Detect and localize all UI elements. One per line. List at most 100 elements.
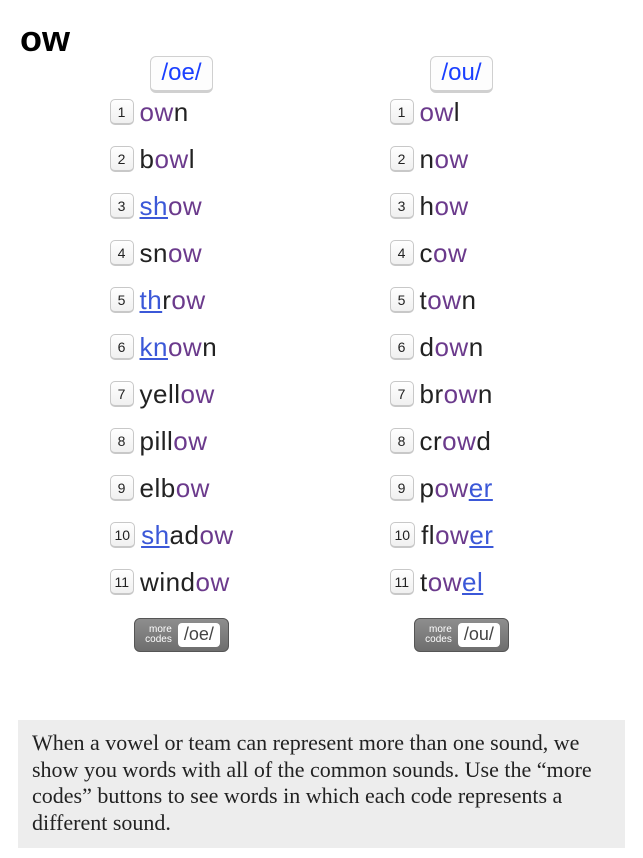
word-number-badge[interactable]: 8 bbox=[390, 428, 414, 454]
word-text: own bbox=[140, 99, 189, 125]
word-number-badge[interactable]: 6 bbox=[390, 334, 414, 360]
word-number-badge[interactable]: 7 bbox=[110, 381, 134, 407]
word-segment: r bbox=[162, 285, 171, 315]
word-number-badge[interactable]: 1 bbox=[390, 99, 414, 125]
word-number-badge[interactable]: 10 bbox=[110, 522, 136, 548]
word-number-badge[interactable]: 3 bbox=[110, 193, 134, 219]
word-text: pillow bbox=[140, 428, 208, 454]
word-text: brown bbox=[420, 381, 493, 407]
word-segment[interactable]: er bbox=[469, 520, 493, 550]
word-segment: ow bbox=[420, 97, 454, 127]
word-text: how bbox=[420, 193, 469, 219]
word-row: 11window bbox=[82, 569, 230, 595]
word-text: show bbox=[140, 193, 203, 219]
word-number-badge[interactable]: 1 bbox=[110, 99, 134, 125]
word-segment: cr bbox=[420, 426, 443, 456]
word-segment: ow bbox=[181, 379, 215, 409]
word-row: 6known bbox=[82, 334, 218, 360]
word-number-badge[interactable]: 11 bbox=[110, 569, 135, 595]
word-row: 8pillow bbox=[82, 428, 208, 454]
word-row: 4snow bbox=[82, 240, 203, 266]
word-segment: elb bbox=[140, 473, 176, 503]
word-segment: l bbox=[454, 97, 460, 127]
word-text: window bbox=[140, 569, 230, 595]
word-segment: ow bbox=[442, 426, 476, 456]
word-text: town bbox=[420, 287, 477, 313]
word-row: 3how bbox=[362, 193, 469, 219]
word-segment: n bbox=[420, 144, 435, 174]
word-segment: b bbox=[140, 144, 155, 174]
phoneme-header[interactable]: /ou/ bbox=[430, 56, 492, 93]
word-segment: n bbox=[174, 97, 189, 127]
word-segment: h bbox=[420, 191, 435, 221]
word-segment: ow bbox=[434, 332, 468, 362]
word-segment: ow bbox=[168, 238, 202, 268]
word-segment: ow bbox=[433, 238, 467, 268]
word-row: 4cow bbox=[362, 240, 468, 266]
column-1: /ou/1owl2now3how4cow5town6down7brown8cro… bbox=[362, 56, 562, 652]
word-columns: /oe/1own2bowl3show4snow5throw6known7yell… bbox=[0, 0, 643, 652]
word-number-badge[interactable]: 9 bbox=[110, 475, 134, 501]
word-segment: p bbox=[420, 473, 435, 503]
word-row: 10flower bbox=[362, 522, 494, 548]
word-segment: ow bbox=[434, 191, 468, 221]
word-segment: n bbox=[461, 285, 476, 315]
phoneme-header[interactable]: /oe/ bbox=[150, 56, 212, 93]
word-number-badge[interactable]: 4 bbox=[390, 240, 414, 266]
word-number-badge[interactable]: 7 bbox=[390, 381, 414, 407]
word-segment[interactable]: sh bbox=[140, 191, 168, 221]
word-segment: ow bbox=[434, 144, 468, 174]
word-number-badge[interactable]: 6 bbox=[110, 334, 134, 360]
word-row: 5throw bbox=[82, 287, 206, 313]
column-0: /oe/1own2bowl3show4snow5throw6known7yell… bbox=[82, 56, 282, 652]
more-codes-phoneme: /ou/ bbox=[458, 623, 500, 647]
word-segment: ow bbox=[196, 567, 230, 597]
word-segment[interactable]: th bbox=[140, 285, 163, 315]
word-segment[interactable]: er bbox=[469, 473, 493, 503]
word-segment: ow bbox=[140, 97, 174, 127]
word-number-badge[interactable]: 5 bbox=[390, 287, 414, 313]
page-title: ow bbox=[20, 18, 70, 60]
word-row: 3show bbox=[82, 193, 203, 219]
word-segment: fl bbox=[421, 520, 435, 550]
word-number-badge[interactable]: 9 bbox=[390, 475, 414, 501]
word-segment: c bbox=[420, 238, 434, 268]
more-codes-button[interactable]: morecodes/oe/ bbox=[134, 618, 229, 652]
word-number-badge[interactable]: 2 bbox=[390, 146, 414, 172]
word-segment: n bbox=[469, 332, 484, 362]
word-segment: pill bbox=[140, 426, 174, 456]
word-text: flower bbox=[421, 522, 493, 548]
word-text: power bbox=[420, 475, 493, 501]
word-number-badge[interactable]: 11 bbox=[390, 569, 415, 595]
word-segment: d bbox=[476, 426, 491, 456]
word-text: elbow bbox=[140, 475, 210, 501]
word-number-badge[interactable]: 10 bbox=[390, 522, 416, 548]
word-row: 2now bbox=[362, 146, 469, 172]
word-row: 10shadow bbox=[82, 522, 234, 548]
word-number-badge[interactable]: 2 bbox=[110, 146, 134, 172]
word-segment[interactable]: el bbox=[462, 567, 483, 597]
word-number-badge[interactable]: 8 bbox=[110, 428, 134, 454]
more-codes-button[interactable]: morecodes/ou/ bbox=[414, 618, 509, 652]
word-number-badge[interactable]: 4 bbox=[110, 240, 134, 266]
word-number-badge[interactable]: 5 bbox=[110, 287, 134, 313]
more-codes-label: morecodes bbox=[425, 625, 452, 645]
word-text: owl bbox=[420, 99, 461, 125]
word-row: 5town bbox=[362, 287, 477, 313]
word-text: shadow bbox=[141, 522, 234, 548]
word-segment: ow bbox=[444, 379, 478, 409]
word-text: crowd bbox=[420, 428, 492, 454]
word-text: snow bbox=[140, 240, 203, 266]
word-segment: ow bbox=[428, 567, 462, 597]
word-segment[interactable]: kn bbox=[140, 332, 168, 362]
word-number-badge[interactable]: 3 bbox=[390, 193, 414, 219]
word-text: throw bbox=[140, 287, 206, 313]
word-row: 7brown bbox=[362, 381, 493, 407]
word-segment: ow bbox=[168, 332, 202, 362]
word-segment[interactable]: sh bbox=[141, 520, 169, 550]
word-segment: ow bbox=[154, 144, 188, 174]
word-segment: ow bbox=[435, 520, 469, 550]
word-segment: n bbox=[478, 379, 493, 409]
word-segment: br bbox=[420, 379, 444, 409]
word-segment: sn bbox=[140, 238, 168, 268]
